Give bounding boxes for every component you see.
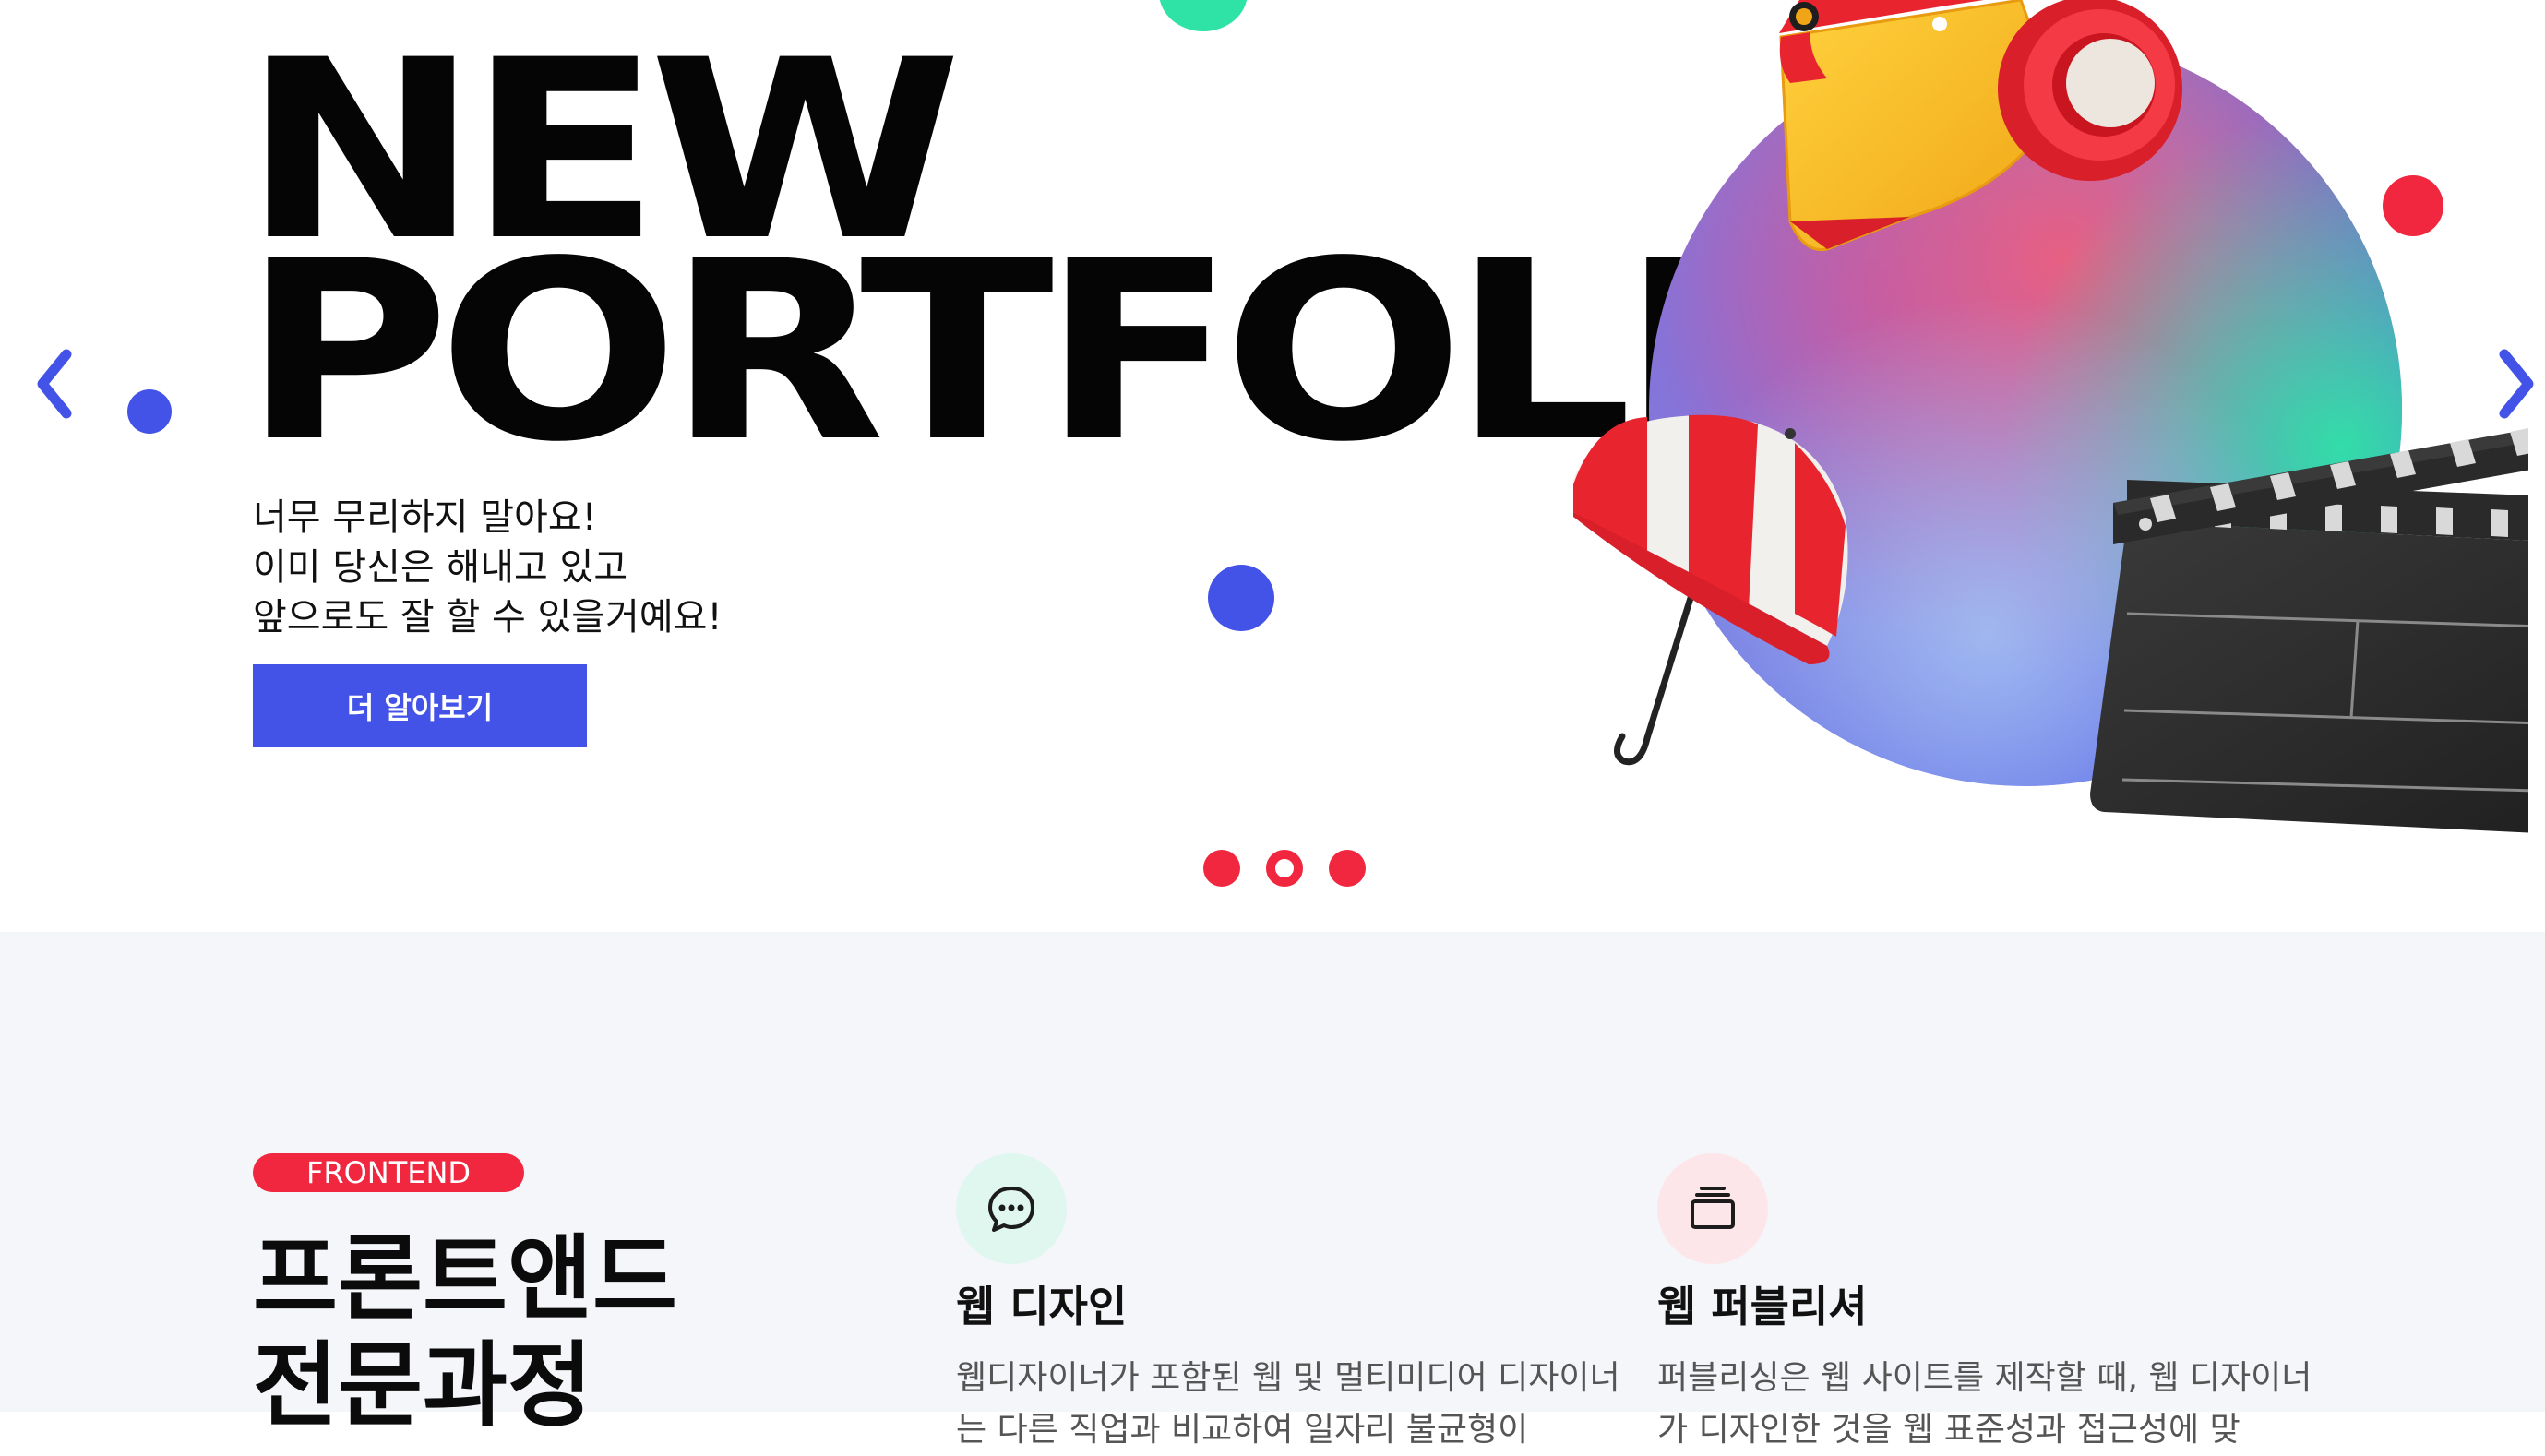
card-title: 웹 디자인 [956, 1282, 1128, 1331]
hero-subtitle-line: 이미 당신은 해내고 있고 [253, 546, 628, 589]
pagination-dot-active[interactable] [1266, 850, 1303, 887]
section-title: 프론트앤드 전문과정 [253, 1225, 807, 1439]
prev-slide-button[interactable] [28, 347, 83, 421]
section-title-line: 프론트앤드 [253, 1224, 677, 1332]
course-card-web-design[interactable]: 웹 디자인 웹디자이너가 포함된 웹 및 멀티미디어 디자이너는 다른 직업과 … [956, 1153, 1620, 1456]
card-description: 웹디자이너가 포함된 웹 및 멀티미디어 디자이너는 다른 직업과 비교하여 일… [956, 1359, 1620, 1449]
frontend-course-section: FRONTEND 프론트앤드 전문과정 웹 디자인 웹디자이너가 포함된 웹 및… [0, 932, 2545, 1449]
hero-subtitle-line: 너무 무리하지 말아요! [253, 496, 597, 539]
decorative-dot [127, 389, 172, 434]
decorative-dot [1208, 565, 1274, 631]
hero-subtitle-line: 앞으로도 잘 할 수 있을거예요! [253, 596, 723, 638]
hero-subtitle: 너무 무리하지 말아요! 이미 당신은 해내고 있고 앞으로도 잘 할 수 있을… [253, 493, 899, 642]
decorative-dot [1159, 0, 1248, 31]
pagination-dot[interactable] [1329, 850, 1366, 887]
frontend-badge: FRONTEND [253, 1153, 524, 1192]
learn-more-button[interactable]: 더 알아보기 [253, 664, 587, 747]
hero-slider: NEW PORTFOLIO 너무 무리하지 말아요! 이미 당신은 해내고 있고… [0, 0, 2545, 932]
pagination-dot[interactable] [1203, 850, 1240, 887]
course-card-web-publisher[interactable]: 웹 퍼블리셔 퍼블리싱은 웹 사이트를 제작할 때, 웹 디자이너가 디자인한 … [1657, 1153, 2322, 1456]
chat-bubble-icon [956, 1153, 1067, 1264]
section-title-line: 전문과정 [253, 1331, 592, 1439]
slide-pagination [1203, 849, 1369, 889]
card-description: 퍼블리싱은 웹 사이트를 제작할 때, 웹 디자이너가 디자인한 것을 웹 표준… [1657, 1359, 2312, 1449]
hero-illustration [1573, 0, 2528, 833]
card-title: 웹 퍼블리셔 [1657, 1282, 1868, 1331]
stack-layers-icon [1657, 1153, 1768, 1264]
chevron-left-icon [37, 349, 72, 419]
